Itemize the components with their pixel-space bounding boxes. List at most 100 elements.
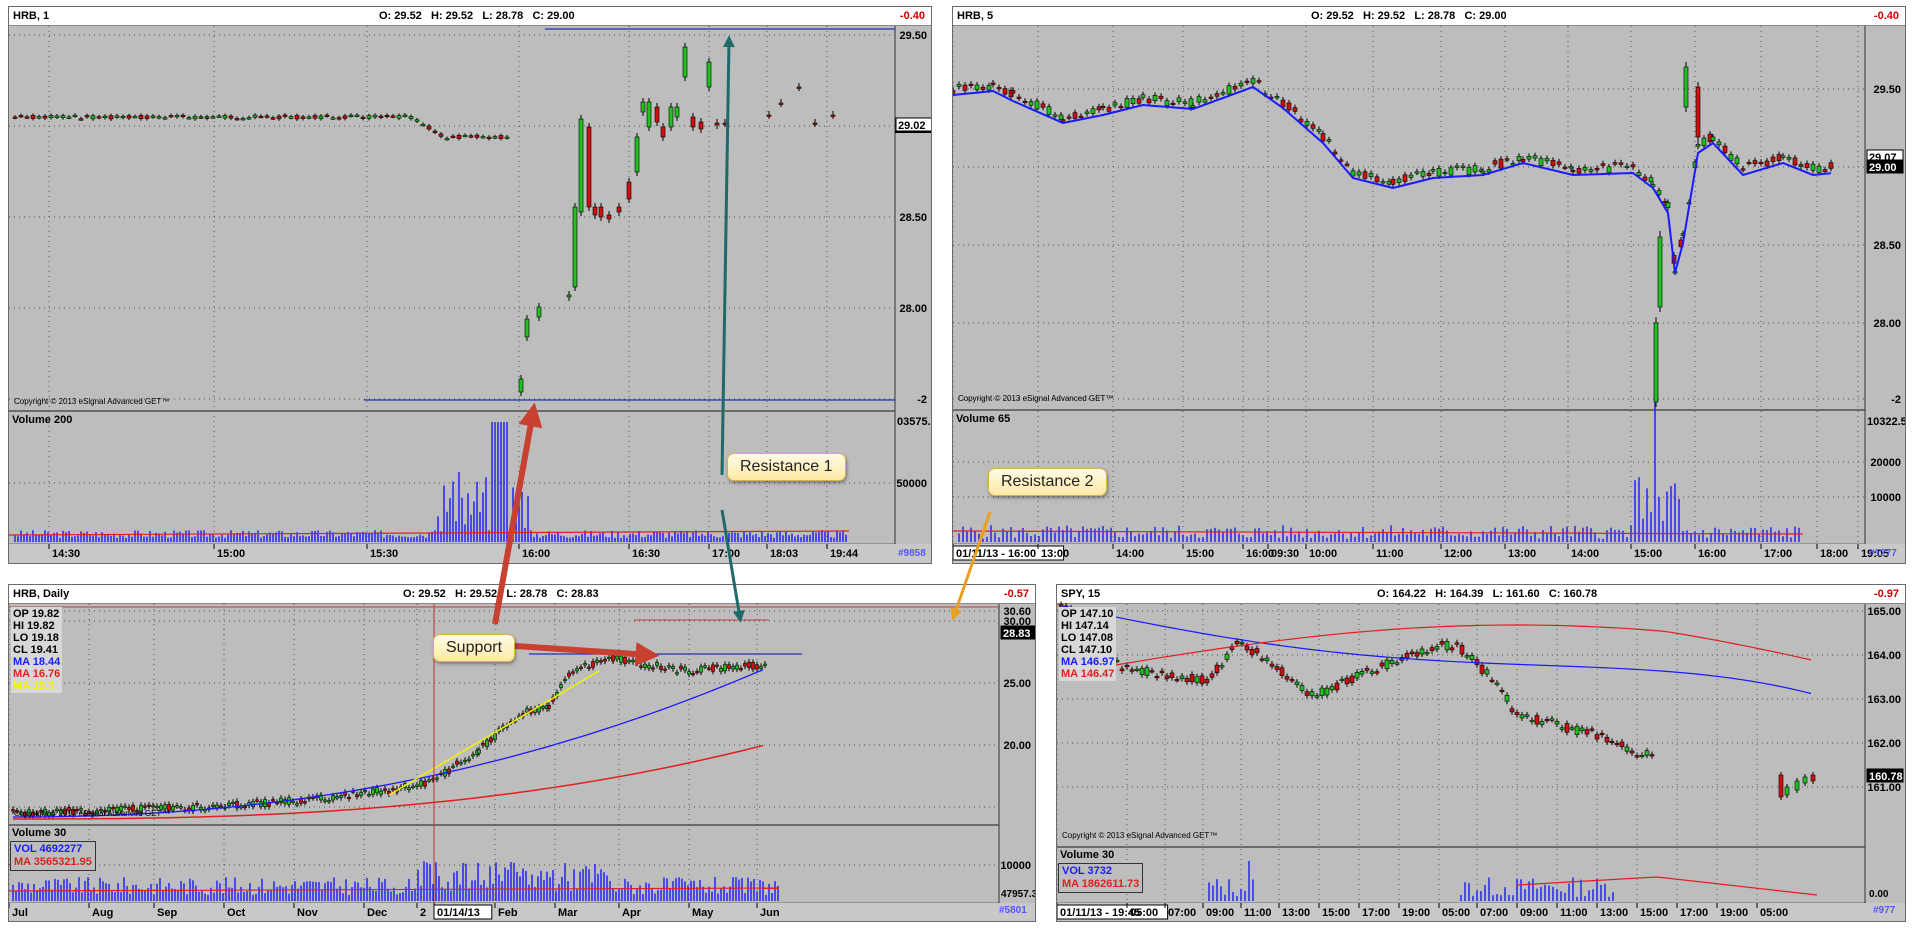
candle-body [331, 795, 335, 801]
volume-stat-ma: MA 3565321.95 [14, 856, 92, 868]
indicator-stat: OP 147.10 [1061, 608, 1114, 620]
candle-body [1072, 112, 1078, 119]
candle-body [456, 135, 462, 139]
candle-body [1716, 141, 1722, 146]
time-tick-label: Apr [622, 907, 642, 919]
candle-body [751, 662, 755, 670]
candle-body [1058, 114, 1064, 120]
candle-body [390, 115, 396, 118]
candle-body [1176, 97, 1182, 102]
chart-panel-hrb-daily[interactable]: HRB, Daily O: 29.52 H: 29.52 L: 28.78 C:… [8, 584, 1036, 922]
time-tick-label: Aug [92, 907, 113, 919]
candle-body [243, 805, 247, 809]
candle-body [252, 114, 258, 118]
volume-top-value: 03575.6 [897, 416, 932, 428]
chart-panel-spy-15min[interactable]: SPY, 15 O: 164.22 H: 164.39 L: 161.60 C:… [1056, 584, 1906, 922]
candle-body [1499, 689, 1505, 693]
candle-body [635, 658, 639, 664]
candle-body [1802, 776, 1808, 784]
last-price: 29.02 [898, 120, 926, 132]
candle-body [1534, 715, 1540, 725]
candle-body [156, 116, 162, 119]
candle-body [480, 136, 486, 139]
price-volume-plot[interactable]: 30.6030.0025.0020.0010000Jul Aug Sep Oct Nov… [9, 585, 1036, 922]
candle-body [1040, 103, 1046, 108]
candle-body [715, 664, 719, 667]
candle-body [1734, 157, 1740, 165]
candle-body [691, 673, 695, 676]
candle-body [306, 116, 312, 119]
candle-body [1344, 163, 1350, 166]
candle-body [1588, 169, 1594, 172]
time-tick-label: 09:00 [1206, 907, 1234, 919]
candle-body [572, 206, 578, 288]
candle-body [419, 780, 423, 787]
candle-body [1770, 156, 1776, 162]
candle-body [1559, 727, 1565, 730]
candle-body [1519, 714, 1525, 719]
candle-body [706, 61, 712, 88]
candle-body [1154, 676, 1160, 679]
time-tick-label: 15:00 [1640, 907, 1668, 919]
candle-body [1100, 105, 1106, 109]
candle-body [1002, 88, 1008, 95]
candle-body [1504, 158, 1510, 161]
candle-body [1710, 136, 1716, 141]
time-tick-label: 09:30 [1271, 548, 1299, 560]
candle-body [690, 116, 696, 128]
candle-body [318, 115, 324, 119]
price-volume-plot[interactable]: 165.00 164.00 163.00 162.00 161.00 01/11/13 -… [1057, 585, 1906, 922]
candle-body [1190, 105, 1196, 108]
candle-body [1144, 667, 1150, 676]
candle-body [634, 136, 640, 173]
candle-body [1409, 651, 1415, 655]
candle-body [627, 660, 631, 663]
candle-body [1454, 642, 1460, 645]
candle-body [1469, 655, 1475, 660]
candle-body [727, 664, 731, 669]
candle-body [1464, 655, 1470, 658]
candle-body [647, 665, 651, 669]
candle-body [1538, 158, 1544, 166]
candle-body [42, 115, 48, 119]
candle-body [575, 668, 579, 672]
candle-body [1374, 671, 1380, 674]
candle-body [1299, 685, 1305, 691]
candle-body [1359, 671, 1365, 675]
indicator-stats: OP 19.82 HI 19.82 LO 19.18 CL 19.41 MA 18.44… [11, 607, 63, 693]
candle-body [1568, 166, 1574, 169]
candle-body [611, 655, 615, 662]
candle-body [132, 116, 138, 119]
candle-body [423, 780, 427, 787]
time-tick-label: 15:00 [1186, 548, 1214, 560]
candle-body [1569, 727, 1575, 730]
time-tick-label: Feb [498, 907, 518, 919]
candle-body [615, 655, 619, 660]
candle-body [228, 115, 234, 119]
price-tick-label: 165.00 [1867, 606, 1901, 618]
candle-body [1604, 736, 1610, 743]
candle-body [1129, 669, 1135, 672]
candle-body [379, 790, 383, 795]
price-tick-label: 50000 [896, 478, 927, 490]
candle-body [796, 86, 802, 89]
candle-body [1579, 727, 1585, 732]
candle-body [1329, 686, 1335, 691]
candle-body [682, 46, 688, 78]
candle-body [723, 664, 727, 672]
candle-body [1060, 119, 1066, 122]
candle-body [143, 805, 147, 808]
candle-body [1612, 162, 1618, 165]
candle-body [1170, 102, 1176, 105]
candle-body [1396, 178, 1402, 183]
candle-body [986, 85, 992, 91]
time-tick-label: 15:30 [370, 548, 398, 560]
time-tick-label: Jul [12, 907, 28, 919]
candle-body [1339, 678, 1345, 682]
candle-body [711, 664, 715, 672]
time-tick-label: 17:00 [1680, 907, 1708, 919]
candle-body [619, 655, 623, 663]
candle-body [1430, 169, 1436, 172]
callout-resistance-1: Resistance 1 [727, 453, 846, 481]
candle-body [571, 671, 575, 674]
